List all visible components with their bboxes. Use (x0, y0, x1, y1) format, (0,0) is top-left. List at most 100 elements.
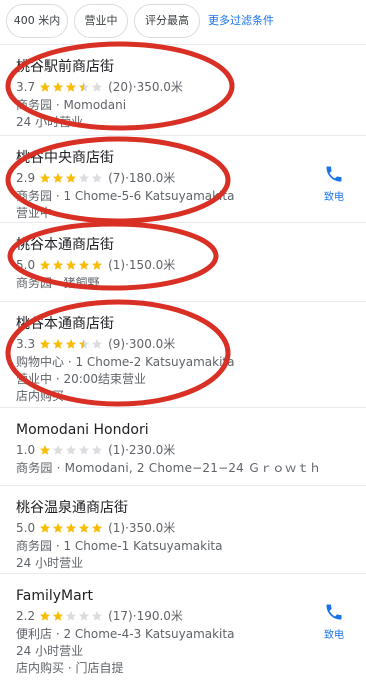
star-rating (39, 338, 104, 350)
star-rating (39, 610, 104, 622)
rating-row: 5.0 (1) · 150.0米 (16, 257, 175, 273)
list-divider (0, 301, 366, 302)
star-icon (65, 259, 77, 271)
star-rating (39, 81, 104, 93)
rating-row: 3.7 (20) · 350.0米 (16, 79, 183, 95)
star-rating (39, 444, 104, 456)
star-icon (65, 522, 77, 534)
review-count: (17) (108, 609, 133, 623)
star-icon (52, 172, 64, 184)
star-icon (78, 172, 90, 184)
result-detail-line: 商务园 · 猪飼野 (16, 276, 100, 290)
list-divider (0, 222, 366, 223)
result-item[interactable]: 桃谷本通商店街 5.0 (1) · 150.0米 商务园 · 猪飼野 (0, 232, 366, 306)
distance: 190.0米 (136, 609, 183, 623)
call-button[interactable]: 致电 (316, 164, 352, 204)
result-item[interactable]: FamilyMart 2.2 (17) · 190.0米 便利店 · 2 Chome-… (0, 583, 366, 679)
review-count: (9) (108, 337, 126, 351)
star-icon (39, 444, 51, 456)
star-icon (78, 444, 90, 456)
result-item[interactable]: 桃谷温泉通商店街 5.0 (1) · 350.0米 商务园 · 1 Chome-1 K… (0, 495, 366, 575)
phone-icon (324, 602, 344, 622)
rating-row: 5.0 (1) · 350.0米 (16, 520, 175, 536)
more-filters-link[interactable]: 更多过滤条件 (208, 4, 274, 38)
call-label: 致电 (324, 630, 344, 641)
result-detail-line: 便利店 · 2 Chome-4-3 Katsuyamakita (16, 627, 235, 641)
rating-value: 5.0 (16, 521, 36, 535)
rating-value: 2.2 (16, 609, 36, 623)
star-rating (39, 522, 104, 534)
star-icon (78, 81, 90, 93)
star-icon (65, 444, 77, 456)
distance: 300.0米 (128, 337, 176, 351)
star-icon (65, 81, 77, 93)
result-item[interactable]: 桃谷駅前商店街 3.7 (20) · 350.0米 商务园 · Momodani 24 … (0, 54, 366, 136)
review-count: (1) (108, 258, 126, 272)
star-icon (78, 522, 90, 534)
result-detail-line: 商务园 · Momodani, 2 Chome−21−24 Ｇｒｏｗｔｈ (16, 461, 322, 475)
result-item[interactable]: 桃谷中央商店街 2.9 (7) · 180.0米 商务园 · 1 Chome-5-6 … (0, 145, 366, 227)
list-divider (0, 407, 366, 408)
rating-value: 3.7 (16, 80, 36, 94)
filter-bar: 400 米内 营业中 评分最高 更多过滤条件 (0, 0, 366, 42)
star-rating (39, 172, 104, 184)
call-button[interactable]: 致电 (316, 602, 352, 642)
star-icon (39, 81, 51, 93)
result-detail-line: 营业中 · 20:00结束营业 (16, 372, 147, 386)
distance: 350.0米 (136, 80, 183, 94)
star-icon (91, 172, 103, 184)
rating-value: 5.0 (16, 258, 36, 272)
result-detail-line: 店内购买 (16, 389, 65, 403)
filter-chip-top-rated[interactable]: 评分最高 (134, 4, 200, 38)
star-icon (65, 172, 77, 184)
result-detail-line: 24 小时营业 (16, 115, 84, 129)
distance: 230.0米 (128, 443, 176, 457)
distance: 180.0米 (128, 171, 176, 185)
result-detail-line: 24 小时营业 (16, 556, 84, 570)
distance: 150.0米 (128, 258, 176, 272)
rating-row: 2.2 (17) · 190.0米 (16, 608, 183, 624)
result-name: Momodani Hondori (16, 422, 149, 438)
result-name: FamilyMart (16, 588, 93, 604)
star-icon (91, 338, 103, 350)
result-detail-line: 营业中 (16, 206, 53, 220)
rating-row: 2.9 (7) · 180.0米 (16, 170, 175, 186)
list-divider (0, 573, 366, 574)
result-detail-line: 店内购买 · 门店自提 (16, 661, 124, 675)
result-item[interactable]: Momodani Hondori 1.0 (1) · 230.0米 商务园 · Mom… (0, 417, 366, 489)
star-icon (39, 610, 51, 622)
review-count: (1) (108, 443, 126, 457)
star-icon (52, 81, 64, 93)
star-icon (91, 81, 103, 93)
result-detail-line: 商务园 · 1 Chome-1 Katsuyamakita (16, 539, 223, 553)
review-count: (20) (108, 80, 133, 94)
result-item[interactable]: 桃谷本通商店街 3.3 (9) · 300.0米 购物中心 · 1 Chome-2 K… (0, 311, 366, 411)
call-label: 致电 (324, 192, 344, 203)
star-icon (52, 259, 64, 271)
distance: 350.0米 (128, 521, 176, 535)
star-icon (91, 259, 103, 271)
review-count: (7) (108, 171, 126, 185)
list-divider (0, 44, 366, 45)
star-rating (39, 259, 104, 271)
filter-chip-distance[interactable]: 400 米内 (6, 4, 68, 38)
result-name: 桃谷温泉通商店街 (16, 500, 128, 516)
rating-value: 2.9 (16, 171, 36, 185)
phone-icon (324, 164, 344, 184)
star-icon (78, 610, 90, 622)
rating-value: 1.0 (16, 443, 36, 457)
result-name: 桃谷本通商店街 (16, 316, 114, 332)
star-icon (65, 610, 77, 622)
star-icon (39, 522, 51, 534)
star-icon (78, 338, 90, 350)
review-count: (1) (108, 521, 126, 535)
star-icon (39, 259, 51, 271)
star-icon (52, 610, 64, 622)
star-icon (78, 259, 90, 271)
star-icon (39, 172, 51, 184)
result-detail-line: 商务园 · 1 Chome-5-6 Katsuyamakita (16, 189, 235, 203)
result-detail-line: 24 小时营业 (16, 644, 84, 658)
filter-chip-open-now[interactable]: 营业中 (74, 4, 128, 38)
result-name: 桃谷本通商店街 (16, 237, 114, 253)
result-name: 桃谷駅前商店街 (16, 59, 114, 75)
